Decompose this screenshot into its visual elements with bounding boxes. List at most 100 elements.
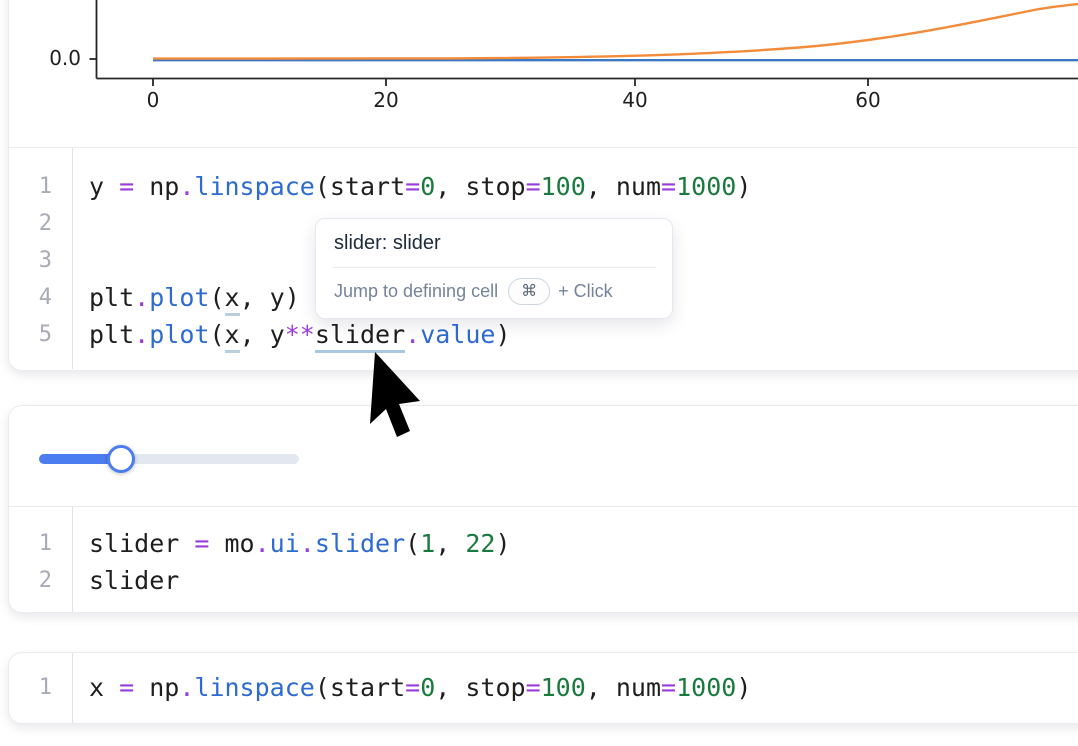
- code-token: np: [134, 172, 179, 201]
- tooltip-title: slider: slider: [316, 219, 672, 267]
- code-token: , stop: [435, 172, 525, 201]
- slider-output: [9, 406, 1078, 507]
- cell-slider: 1 2 slider = mo.ui.slider(1, 22) slider: [8, 405, 1078, 613]
- code-token: (start: [315, 172, 405, 201]
- tooltip-jump-label: Jump to defining cell: [334, 281, 498, 302]
- line-number: 3: [9, 242, 72, 279]
- line-number: 1: [9, 669, 72, 706]
- code-token: (: [209, 320, 224, 349]
- line-number: 2: [9, 562, 72, 599]
- code-line[interactable]: x = np.linspace(start=0, stop=100, num=1…: [89, 669, 1078, 706]
- code-token: value: [420, 320, 495, 349]
- code-token: 1000: [676, 673, 736, 702]
- code-token: =: [405, 673, 420, 702]
- code-token: =: [661, 673, 676, 702]
- code-token: ): [495, 529, 510, 558]
- line-number: 1: [9, 525, 72, 562]
- line-number-gutter: 1: [9, 653, 73, 723]
- code-token: slider: [315, 529, 405, 558]
- code-token: .: [179, 172, 194, 201]
- line-number-gutter: 1 2 3 4 5: [9, 148, 73, 369]
- code-token: , num: [586, 172, 661, 201]
- code-line[interactable]: plt.plot(x, y**slider.value): [89, 316, 1078, 353]
- code-token: 100: [541, 172, 586, 201]
- tooltip-footer: Jump to defining cell ⌘ + Click: [316, 268, 672, 318]
- plot-x-tick-labels: 0 20 40 60: [147, 88, 881, 112]
- code-token: .: [405, 320, 420, 349]
- code-token: linspace: [194, 673, 314, 702]
- code-token: , y: [240, 320, 285, 349]
- code-token: =: [194, 529, 209, 558]
- code-token: mo: [209, 529, 254, 558]
- code-token: slider: [89, 529, 194, 558]
- line-number: 2: [9, 205, 72, 242]
- line-number: 4: [9, 279, 72, 316]
- code-line[interactable]: slider: [89, 562, 1078, 599]
- plot-line-orange: [153, 4, 1078, 59]
- code-token: (: [405, 529, 420, 558]
- plot-y-tick-label: 0.0: [49, 46, 81, 70]
- code-token: =: [661, 172, 676, 201]
- code-line[interactable]: slider = mo.ui.slider(1, 22): [89, 525, 1078, 562]
- code-editor[interactable]: 1 2 slider = mo.ui.slider(1, 22) slider: [9, 507, 1078, 612]
- code-token: (: [209, 283, 224, 312]
- code-token: 100: [541, 673, 586, 702]
- code-line[interactable]: y = np.linspace(start=0, stop=100, num=1…: [89, 168, 1078, 205]
- code-editor[interactable]: 1 x = np.linspace(start=0, stop=100, num…: [9, 653, 1078, 723]
- code-token: .: [179, 673, 194, 702]
- svg-text:0: 0: [147, 88, 160, 112]
- slider-thumb[interactable]: [107, 445, 135, 473]
- code-token: .: [134, 283, 149, 312]
- code-token: ,: [435, 529, 465, 558]
- command-key-badge: ⌘: [508, 278, 550, 305]
- cell-x-linspace: 1 x = np.linspace(start=0, stop=100, num…: [8, 652, 1078, 724]
- code-token: =: [405, 172, 420, 201]
- variable-reference-x[interactable]: x: [225, 283, 240, 316]
- line-number: 5: [9, 316, 72, 353]
- marimo-notebook: 0.0 0 20 40 60 1 2 3 4 5: [0, 0, 1078, 746]
- code-token: =: [119, 172, 134, 201]
- code-token: , y): [240, 283, 300, 312]
- code-token: plt: [89, 283, 134, 312]
- code-token: =: [526, 172, 541, 201]
- plot-x-ticks: [153, 79, 868, 87]
- code-token: **: [285, 320, 315, 349]
- code-token: y: [89, 172, 119, 201]
- code-token: plt: [89, 320, 134, 349]
- code-token: 1000: [676, 172, 736, 201]
- code-token: .: [134, 320, 149, 349]
- code-token: 0: [420, 172, 435, 201]
- code-token: slider: [89, 566, 179, 595]
- code-token: plot: [149, 283, 209, 312]
- code-token: 1: [420, 529, 435, 558]
- code-token: x: [89, 673, 119, 702]
- line-number: 1: [9, 168, 72, 205]
- code-token: 22: [465, 529, 495, 558]
- code-token: .: [300, 529, 315, 558]
- code-token: =: [119, 673, 134, 702]
- code-token: ): [736, 673, 751, 702]
- code-token: .: [255, 529, 270, 558]
- matplotlib-figure: 0.0 0 20 40 60: [9, 0, 1078, 148]
- code-token: =: [526, 673, 541, 702]
- plot-output: 0.0 0 20 40 60: [9, 0, 1078, 148]
- code-token: plot: [149, 320, 209, 349]
- variable-tooltip: slider: slider Jump to defining cell ⌘ +…: [315, 218, 673, 319]
- code-token: , num: [586, 673, 661, 702]
- variable-reference-x[interactable]: x: [225, 320, 240, 353]
- code-token: (start: [315, 673, 405, 702]
- code-token: np: [134, 673, 179, 702]
- svg-text:60: 60: [855, 88, 880, 112]
- svg-text:20: 20: [373, 88, 398, 112]
- tooltip-click-label: + Click: [558, 281, 613, 302]
- code-token: ): [736, 172, 751, 201]
- code-token: linspace: [194, 172, 314, 201]
- code-token: ui: [270, 529, 300, 558]
- code-token: , stop: [435, 673, 525, 702]
- mouse-cursor-icon: [360, 348, 440, 448]
- svg-text:40: 40: [622, 88, 647, 112]
- slider-track[interactable]: [39, 454, 299, 464]
- code-token: ): [495, 320, 510, 349]
- code-token: 0: [420, 673, 435, 702]
- line-number-gutter: 1 2: [9, 507, 73, 612]
